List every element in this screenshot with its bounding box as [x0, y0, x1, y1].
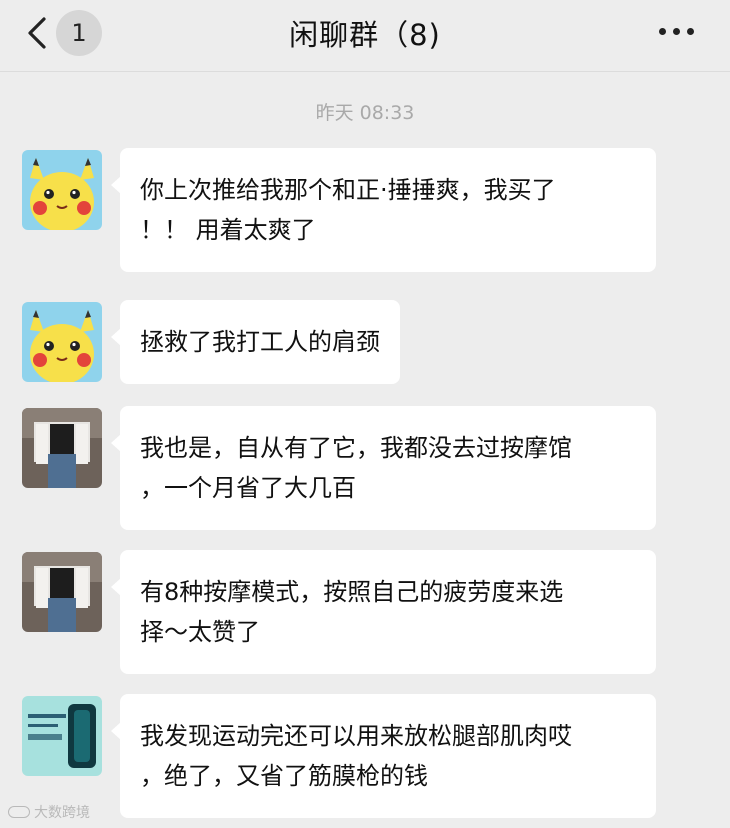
message-row: 我发现运动完还可以用来放松腿部肌肉哎 ，绝了，又省了筋膜枪的钱 — [22, 694, 656, 818]
message-text-line: 拯救了我打工人的肩颈 — [140, 328, 380, 356]
chat-header: 1 闲聊群（8) — [0, 0, 730, 72]
woman-photo-avatar[interactable] — [22, 552, 102, 632]
message-bubble[interactable]: 你上次推给我那个和正·捶捶爽，我买了 ！！ 用着太爽了 — [111, 148, 656, 272]
message-text-line: 有8种按摩模式，按照自己的疲劳度来选 — [140, 578, 564, 606]
more-dots-icon[interactable] — [659, 28, 694, 35]
message-text-line: ，一个月省了大几百 — [140, 474, 356, 502]
watermark-text: 大数跨境 — [34, 805, 90, 821]
chat-title: 闲聊群（8) — [289, 18, 441, 52]
pikachu-avatar[interactable] — [22, 302, 102, 382]
message-text-line: 择～太赞了 — [140, 618, 260, 646]
message-bubble[interactable]: 有8种按摩模式，按照自己的疲劳度来选 择～太赞了 — [111, 550, 656, 674]
woman-photo-avatar[interactable] — [22, 408, 102, 488]
message-text-line: ！！ 用着太爽了 — [140, 216, 316, 244]
message-row: 你上次推给我那个和正·捶捶爽，我买了 ！！ 用着太爽了 — [22, 148, 656, 272]
watermark: 大数跨境 — [8, 802, 90, 822]
message-row: 我也是，自从有了它，我都没去过按摩馆 ，一个月省了大几百 — [22, 406, 656, 530]
watermark-logo-icon — [8, 806, 30, 818]
message-timestamp: 昨天 08:33 — [315, 102, 415, 124]
product-image-avatar[interactable] — [22, 696, 102, 776]
message-bubble[interactable]: 我发现运动完还可以用来放松腿部肌肉哎 ，绝了，又省了筋膜枪的钱 — [111, 694, 656, 818]
message-bubble[interactable]: 拯救了我打工人的肩颈 — [111, 300, 400, 384]
message-text-line: 我发现运动完还可以用来放松腿部肌肉哎 — [140, 722, 572, 750]
pikachu-avatar[interactable] — [22, 150, 102, 230]
message-text-line: 我也是，自从有了它，我都没去过按摩馆 — [140, 434, 572, 462]
message-row: 拯救了我打工人的肩颈 — [22, 300, 400, 384]
message-row: 有8种按摩模式，按照自己的疲劳度来选 择～太赞了 — [22, 550, 656, 674]
message-text-line: ，绝了，又省了筋膜枪的钱 — [140, 762, 428, 790]
message-text-line: 你上次推给我那个和正·捶捶爽，我买了 — [140, 176, 556, 204]
message-bubble[interactable]: 我也是，自从有了它，我都没去过按摩馆 ，一个月省了大几百 — [111, 406, 656, 530]
